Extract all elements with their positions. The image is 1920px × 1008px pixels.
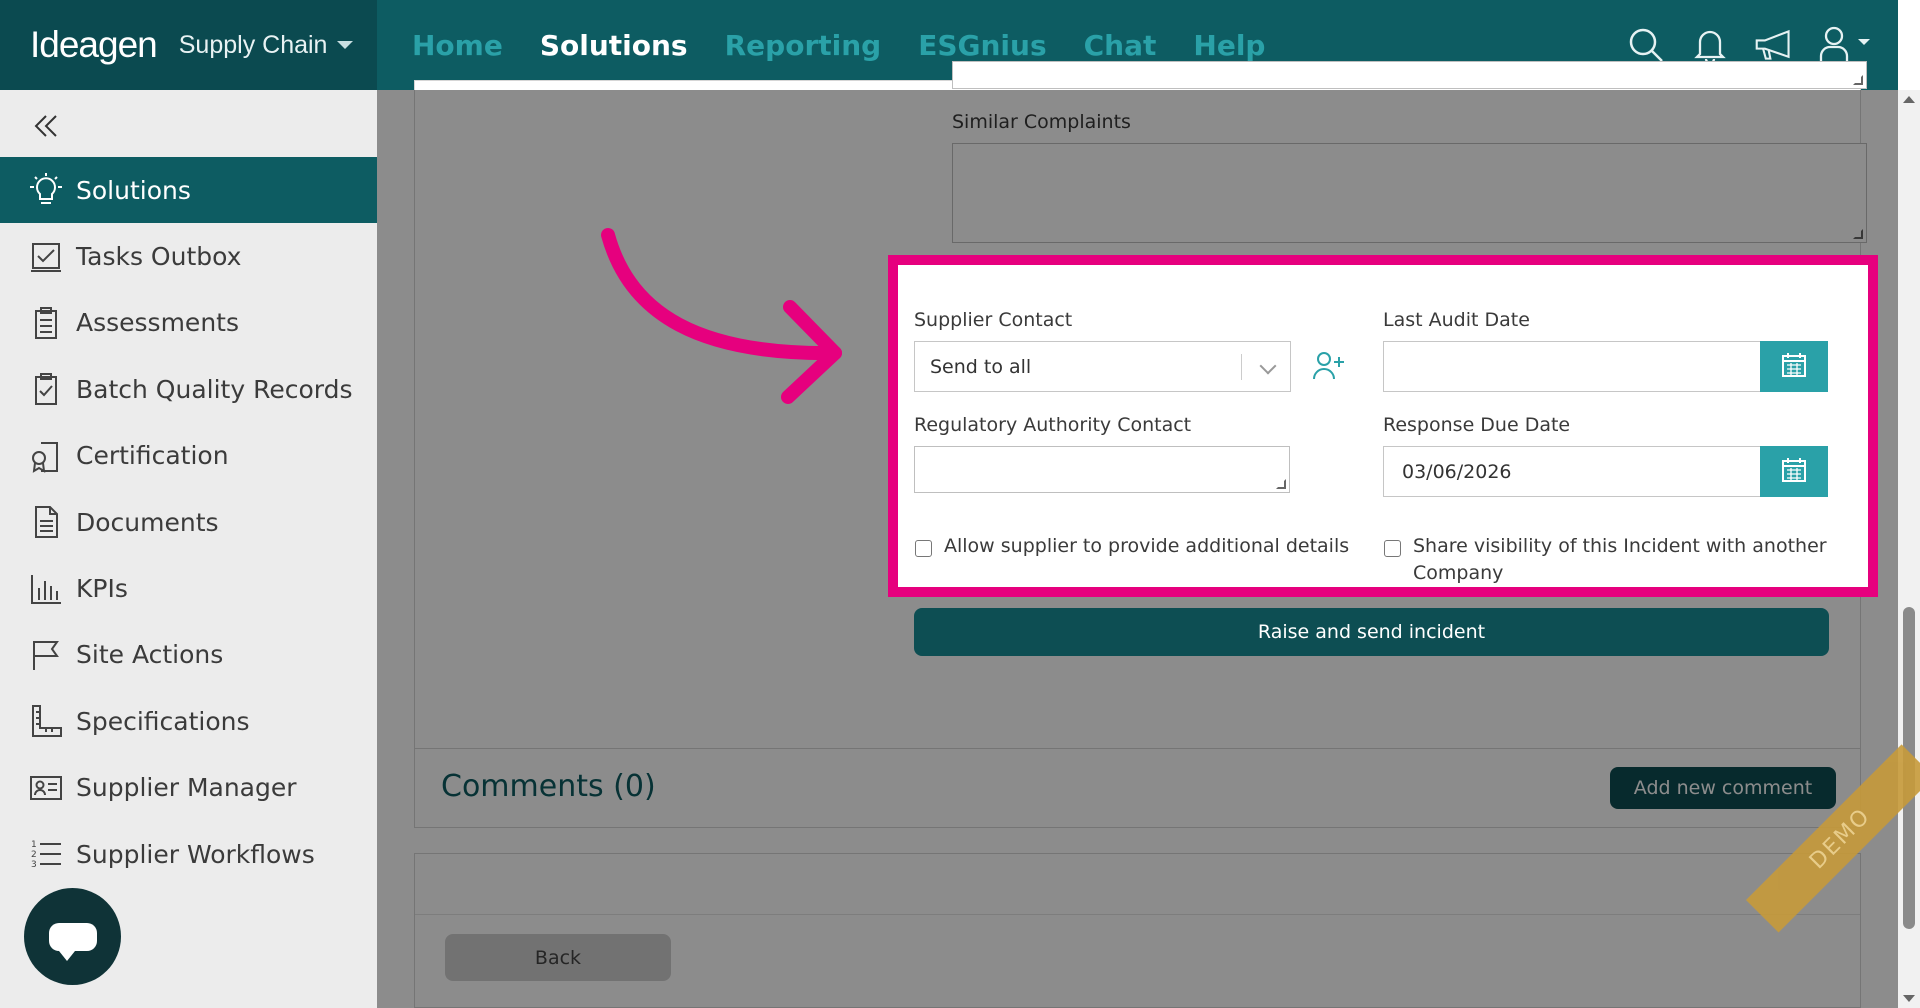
last-audit-date-input[interactable] [1383,341,1761,392]
lightbulb-icon [28,172,64,208]
back-button[interactable]: Back [445,934,671,981]
chat-bubble-icon [48,922,97,961]
collapse-sidebar-icon[interactable] [30,110,62,142]
sidebar-item-supplier-workflows[interactable]: 123 Supplier Workflows [0,821,377,887]
sidebar-item-label: Batch Quality Records [76,374,353,404]
regulatory-authority-textarea[interactable] [914,446,1290,493]
clipboard-icon [28,305,64,341]
sidebar-menu: Solutions Tasks Outbox Assessments Batch… [0,157,377,887]
brand-logo: Ideagen [30,24,158,65]
sidebar-item-specifications[interactable]: Specifications [0,688,377,754]
similar-complaints-label: Similar Complaints [952,111,1131,133]
nav-reporting[interactable]: Reporting [725,29,882,62]
resize-grip-icon [1276,479,1286,489]
sidebar-item-label: Certification [76,441,229,471]
supplier-contact-select[interactable]: Send to all [914,341,1291,392]
user-icon[interactable] [1818,25,1874,65]
calendar-icon [1781,352,1807,382]
sidebar-item-label: Tasks Outbox [76,242,242,272]
bar-chart-icon [28,571,64,607]
comments-panel: Comments (0) Add new comment [414,748,1861,828]
sidebar-item-label: Solutions [76,175,191,205]
sidebar-item-site-actions[interactable]: Site Actions [0,622,377,688]
sidebar-item-certification[interactable]: Certification [0,423,377,489]
caret-down-icon [337,41,354,49]
comments-title: Comments (0) [441,769,656,804]
sidebar-item-supplier-manager[interactable]: Supplier Manager [0,755,377,821]
clipboard-check-icon [28,371,64,407]
sidebar-item-documents[interactable]: Documents [0,489,377,555]
brand-switcher[interactable]: Ideagen Supply Chain [0,0,377,90]
sidebar-item-label: Assessments [76,308,239,338]
add-contact-icon[interactable] [1312,349,1346,383]
add-new-comment-button[interactable]: Add new comment [1610,767,1836,809]
scrollbar[interactable] [1898,90,1920,1008]
resize-grip-icon [1853,75,1863,85]
bell-icon[interactable] [1690,25,1730,65]
nav-chat[interactable]: Chat [1084,29,1157,62]
resize-grip-icon [1853,229,1863,239]
regulatory-authority-label: Regulatory Authority Contact [914,414,1192,436]
select-separator [1241,354,1242,380]
svg-text:3: 3 [31,860,37,870]
share-visibility-checkbox[interactable] [1384,540,1401,557]
sidebar-item-kpis[interactable]: KPIs [0,555,377,621]
response-due-date-label: Response Due Date [1383,414,1571,436]
previous-textarea[interactable] [952,61,1867,89]
sidebar-item-label: KPIs [76,574,128,604]
allow-supplier-checkbox[interactable] [915,540,932,557]
ruler-icon [28,703,64,739]
search-icon[interactable] [1626,25,1666,65]
id-card-icon [28,770,64,806]
supplier-contact-label: Supplier Contact [914,309,1073,331]
sidebar-item-solutions[interactable]: Solutions [0,157,377,224]
sidebar-item-tasks-outbox[interactable]: Tasks Outbox [0,223,377,289]
megaphone-icon[interactable] [1754,25,1794,65]
sidebar-item-label: Supplier Manager [76,773,297,803]
outbox-icon [28,239,64,275]
document-icon [28,504,64,540]
last-audit-date-label: Last Audit Date [1383,309,1530,331]
divider [415,914,1860,915]
chat-widget-button[interactable] [24,888,121,985]
nav-home[interactable]: Home [412,29,503,62]
nav-solutions[interactable]: Solutions [540,29,688,62]
svg-text:2: 2 [31,850,37,860]
sidebar: Solutions Tasks Outbox Assessments Batch… [0,90,377,1008]
supplier-contact-value: Send to all [930,355,1032,378]
last-audit-calendar-button[interactable] [1760,341,1828,392]
scroll-up-icon[interactable] [1903,96,1915,103]
sidebar-item-label: Specifications [76,706,250,736]
certificate-icon [28,438,64,474]
highlighted-contact-section: Supplier Contact Send to all Last Audit … [888,255,1878,597]
product-name: Supply Chain [178,30,328,59]
share-visibility-label: Share visibility of this Incident with a… [1413,535,1827,584]
sidebar-item-label: Documents [76,507,219,537]
actions-panel: Back [414,853,1861,1008]
sidebar-item-batch-quality-records[interactable]: Batch Quality Records [0,356,377,422]
allow-supplier-label: Allow supplier to provide additional det… [944,535,1350,557]
numbered-list-icon: 123 [28,836,64,872]
annotation-arrow [601,228,842,404]
svg-text:1: 1 [31,840,37,850]
nav-esgnius[interactable]: ESGnius [918,29,1046,62]
sidebar-item-assessments[interactable]: Assessments [0,290,377,356]
scroll-down-icon[interactable] [1903,995,1915,1002]
sidebar-item-label: Site Actions [76,640,224,670]
similar-complaints-textarea[interactable] [952,143,1867,243]
response-due-calendar-button[interactable] [1760,446,1828,497]
chevron-down-icon [1259,357,1277,375]
sidebar-item-label: Supplier Workflows [76,839,315,869]
raise-and-send-incident-button[interactable]: Raise and send incident [914,608,1829,656]
response-due-date-input[interactable]: 03/06/2026 [1383,446,1761,497]
nav-help[interactable]: Help [1193,29,1265,62]
calendar-icon [1781,457,1807,487]
flag-icon [28,637,64,673]
